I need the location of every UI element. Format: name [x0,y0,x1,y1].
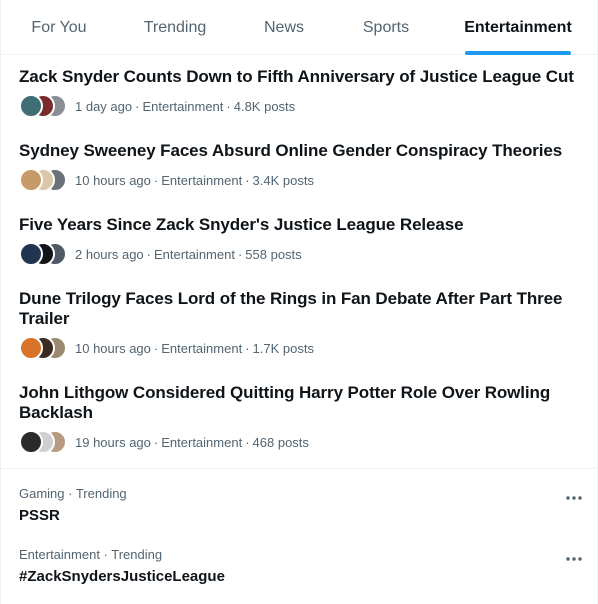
news-category: Entertainment [161,434,243,450]
avatar [19,94,43,118]
news-meta-text: 10 hours ago · Entertainment · 1.7K posts [75,340,314,356]
tab-trending[interactable]: Trending [117,0,233,55]
tab-label: Trending [143,18,207,36]
news-meta: 19 hours ago · Entertainment · 468 posts [19,429,581,455]
news-time: 2 hours ago [75,246,144,262]
trend-context: Entertainment · Trending [19,547,163,562]
news-item[interactable]: Zack Snyder Counts Down to Fifth Anniver… [1,67,598,119]
news-meta: 10 hours ago · Entertainment · 1.7K posts [19,335,581,361]
news-category: Entertainment [161,172,243,188]
more-horizontal-icon [566,496,582,500]
news-meta-text: 19 hours ago · Entertainment · 468 posts [75,434,309,450]
trend-item[interactable]: Entertainment · Trending #ZackSnydersJus… [1,547,598,587]
tab-label: News [263,18,304,36]
tab-for-you[interactable]: For You [1,0,117,55]
section-divider [1,468,598,469]
avatar [19,430,43,454]
news-item[interactable]: Dune Trilogy Faces Lord of the Rings in … [1,289,598,361]
avatar-group [19,336,69,360]
news-title: Zack Snyder Counts Down to Fifth Anniver… [19,67,574,86]
trend-item[interactable]: Gaming · Trending PSSR [1,486,598,526]
news-posts: 4.8K posts [233,98,296,114]
tab-label: For You [31,18,87,36]
news-posts: 468 posts [252,434,309,450]
tab-sports[interactable]: Sports [335,0,437,55]
more-options-button[interactable] [563,490,585,506]
news-meta: 1 day ago · Entertainment · 4.8K posts [19,93,581,119]
news-item[interactable]: Sydney Sweeney Faces Absurd Online Gende… [1,141,598,193]
more-options-button[interactable] [563,551,585,567]
news-time: 1 day ago [75,98,133,114]
tab-active-indicator [465,51,571,55]
trend-context: Gaming · Trending [19,486,127,501]
avatar [19,242,43,266]
news-category: Entertainment [154,246,235,262]
trend-name: #ZackSnydersJusticeLeague [19,568,225,585]
news-category: Entertainment [142,98,224,114]
avatar-group [19,168,69,192]
news-meta-text: 1 day ago · Entertainment · 4.8K posts [75,98,296,114]
explore-panel: For You Trending News Sports Entertainme… [0,0,598,604]
tab-bar: For You Trending News Sports Entertainme… [1,0,598,55]
tab-entertainment[interactable]: Entertainment [437,0,598,55]
news-title: Sydney Sweeney Faces Absurd Online Gende… [19,141,563,160]
news-posts: 558 posts [245,246,302,262]
news-time: 10 hours ago [75,172,151,188]
news-title: Dune Trilogy Faces Lord of the Rings in … [19,289,563,328]
news-posts: 3.4K posts [252,172,314,188]
news-meta-text: 10 hours ago · Entertainment · 3.4K posts [75,172,314,188]
avatar [19,168,43,192]
tab-label: Entertainment [464,18,572,36]
tab-news[interactable]: News [233,0,335,55]
more-horizontal-icon [566,557,582,561]
news-meta: 2 hours ago · Entertainment · 558 posts [19,241,581,267]
news-time: 10 hours ago [75,340,151,356]
news-item[interactable]: John Lithgow Considered Quitting Harry P… [1,383,598,455]
trend-name: PSSR [19,507,60,524]
news-posts: 1.7K posts [252,340,314,356]
avatar-group [19,94,69,118]
avatar-group [19,430,69,454]
tab-label: Sports [362,18,410,36]
avatar-group [19,242,69,266]
news-category: Entertainment [161,340,243,356]
news-title: Five Years Since Zack Snyder's Justice L… [19,215,464,234]
news-title: John Lithgow Considered Quitting Harry P… [19,383,551,422]
news-time: 19 hours ago [75,434,151,450]
news-meta-text: 2 hours ago · Entertainment · 558 posts [75,246,302,262]
avatar [19,336,43,360]
news-meta: 10 hours ago · Entertainment · 3.4K posts [19,167,581,193]
news-item[interactable]: Five Years Since Zack Snyder's Justice L… [1,215,598,267]
